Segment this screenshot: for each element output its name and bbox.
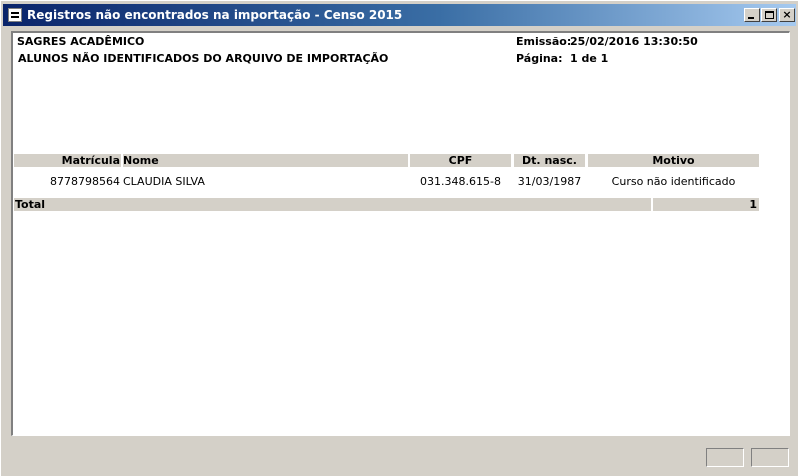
emission-value: 25/02/2016 13:30:50	[570, 35, 698, 48]
cell-matricula: 8778798564	[50, 175, 120, 188]
column-header-dt-nasc: Dt. nasc.	[514, 154, 585, 167]
report-window: Registros não encontrados na importação …	[0, 0, 798, 476]
report-subtitle: ALUNOS NÃO IDENTIFICADOS DO ARQUIVO DE I…	[18, 52, 389, 65]
window-menu-icon[interactable]	[8, 8, 22, 22]
total-label: Total	[14, 198, 651, 211]
cell-dt-nasc: 31/03/1987	[517, 175, 582, 188]
minimize-button[interactable]	[744, 8, 760, 22]
cell-nome: CLAUDIA SILVA	[123, 175, 205, 188]
maximize-icon	[765, 11, 774, 19]
window-title: Registros não encontrados na importação …	[27, 8, 403, 22]
column-header-cpf: CPF	[410, 154, 511, 167]
minimize-icon	[748, 17, 754, 19]
title-bar[interactable]: Registros não encontrados na importação …	[3, 4, 796, 26]
total-value: 1	[653, 198, 759, 211]
emission-label: Emissão:	[516, 35, 572, 48]
cell-motivo: Curso não identificado	[611, 175, 736, 188]
status-panel-1	[706, 448, 744, 467]
column-header-nome: Nome	[123, 154, 408, 167]
report-company: SAGRES ACADÊMICO	[17, 35, 145, 48]
report-preview[interactable]: SAGRES ACADÊMICO ALUNOS NÃO IDENTIFICADO…	[11, 31, 790, 436]
maximize-button[interactable]	[761, 8, 777, 22]
page-label: Página:	[516, 52, 563, 65]
column-header-matricula: Matrícula	[14, 154, 121, 167]
page-value: 1 de 1	[570, 52, 609, 65]
status-panel-2	[751, 448, 789, 467]
cell-cpf: 031.348.615-8	[420, 175, 501, 188]
close-button[interactable]: ×	[779, 8, 795, 22]
close-icon: ×	[782, 8, 792, 21]
column-header-motivo: Motivo	[588, 154, 759, 167]
